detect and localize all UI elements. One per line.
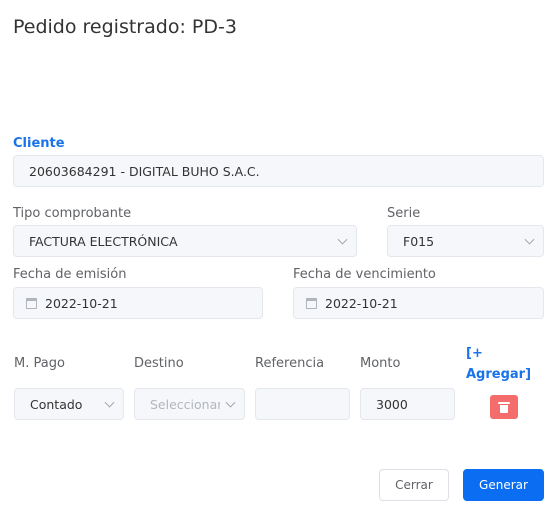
serie-label: Serie	[387, 206, 421, 221]
calendar-icon	[306, 297, 317, 309]
metodo-pago-select[interactable]: Contado	[14, 388, 124, 420]
dialog-title: Pedido registrado: PD-3	[13, 16, 237, 38]
serie-value: F015	[403, 233, 435, 249]
destino-placeholder: Seleccionar	[150, 396, 220, 412]
tipo-comprobante-label: Tipo comprobante	[13, 206, 132, 221]
destino-header: Destino	[134, 356, 184, 371]
chevron-down-icon	[524, 234, 535, 245]
trash-icon	[498, 401, 510, 413]
delete-payment-button[interactable]	[490, 395, 518, 419]
metodo-pago-header: M. Pago	[14, 356, 65, 371]
fecha-vencimiento-picker[interactable]: 2022-10-21	[293, 287, 544, 319]
monto-value: 3000	[376, 396, 408, 412]
cliente-value: 20603684291 - DIGITAL BUHO S.A.C.	[29, 163, 260, 179]
destino-select[interactable]: Seleccionar	[134, 388, 245, 420]
cancel-button[interactable]: Cerrar	[379, 469, 449, 501]
cliente-field[interactable]: 20603684291 - DIGITAL BUHO S.A.C.	[13, 155, 544, 187]
serie-select[interactable]: F015	[387, 225, 544, 257]
fecha-emision-value: 2022-10-21	[45, 295, 118, 311]
chevron-down-icon	[225, 397, 236, 408]
chevron-down-icon	[104, 397, 115, 408]
cliente-label: Cliente	[13, 136, 65, 151]
add-payment-button[interactable]: [+ Agregar]	[466, 343, 540, 385]
monto-input[interactable]: 3000	[360, 388, 455, 420]
fecha-vencimiento-value: 2022-10-21	[325, 295, 398, 311]
calendar-icon	[26, 297, 37, 309]
generate-button[interactable]: Generar	[463, 469, 544, 501]
fecha-emision-picker[interactable]: 2022-10-21	[13, 287, 263, 319]
metodo-pago-value: Contado	[30, 396, 83, 412]
chevron-down-icon	[337, 234, 348, 245]
tipo-comprobante-value: FACTURA ELECTRÓNICA	[29, 233, 178, 249]
fecha-vencimiento-label: Fecha de vencimiento	[293, 267, 436, 282]
referencia-header: Referencia	[255, 356, 325, 371]
fecha-emision-label: Fecha de emisión	[13, 267, 127, 282]
tipo-comprobante-select[interactable]: FACTURA ELECTRÓNICA	[13, 225, 357, 257]
referencia-input[interactable]	[255, 388, 350, 420]
monto-header: Monto	[360, 356, 401, 371]
